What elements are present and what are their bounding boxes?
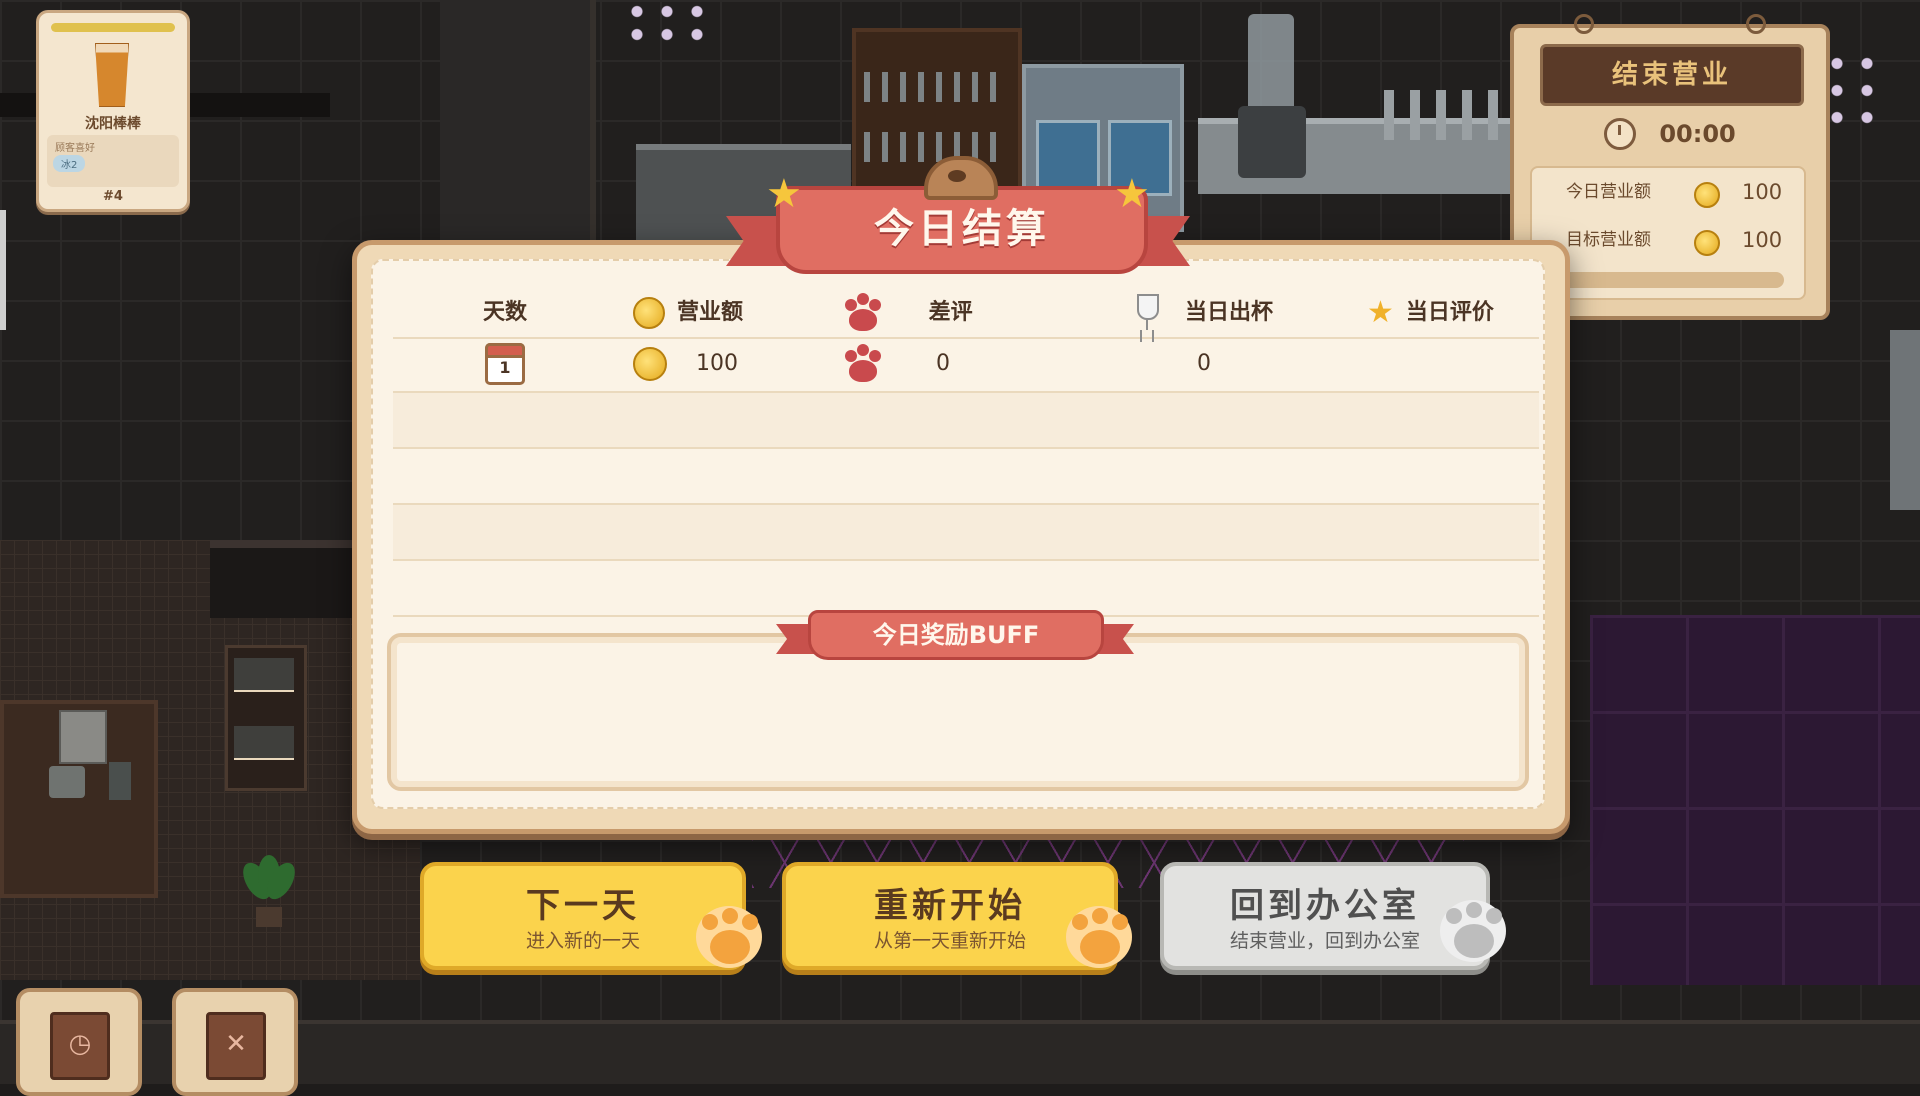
dialog-inner: 天数 营业额 差评 当日出杯 ★ 当日评价 1 100 0 0 <box>371 259 1545 809</box>
table-row <box>393 561 1539 617</box>
order-preference-box: 顾客喜好 冰2 <box>47 135 179 187</box>
background-wall <box>440 0 596 250</box>
book-icon: ◷ <box>50 1012 110 1080</box>
col-rating-label: 当日评价 <box>1405 300 1494 325</box>
background-lights-right <box>1822 50 1882 130</box>
desk-bottle <box>109 762 131 800</box>
col-revenue: 营业额 <box>633 289 743 337</box>
background-bar-tools <box>1384 90 1504 140</box>
blender-icon <box>1234 14 1314 182</box>
coin-icon <box>633 297 665 329</box>
plant-icon <box>237 855 301 927</box>
coin-icon <box>1694 230 1720 256</box>
paw-icon <box>841 291 885 335</box>
background-glasses <box>864 72 1006 102</box>
desk-phone <box>49 766 85 798</box>
office-subtitle: 结束营业，回到办公室 <box>1229 930 1420 952</box>
target-revenue-label: 目标营业额 <box>1566 230 1651 250</box>
background-left-edge <box>0 210 6 330</box>
revenue-stats: 今日营业额 100 目标营业额 100 <box>1530 166 1806 300</box>
buff-title: 今日奖励BUFF <box>808 610 1104 660</box>
time-row: 00:00 <box>1514 118 1826 158</box>
buff-ribbon: 今日奖励BUFF <box>776 610 1134 660</box>
col-bad-reviews-label: 差评 <box>928 300 973 325</box>
star-icon: ★ <box>1367 295 1394 330</box>
order-preference-label: 顾客喜好 <box>55 143 95 154</box>
cell-cups-value: 0 <box>1197 351 1211 376</box>
shelf-row <box>234 726 294 760</box>
today-revenue-row: 今日营业额 100 <box>1550 174 1790 210</box>
order-timer-bar <box>51 23 175 32</box>
order-number: #4 <box>103 189 123 204</box>
blender-base <box>1238 106 1306 178</box>
order-card[interactable]: 沈阳棒棒 顾客喜好 冰2 #4 <box>36 10 190 212</box>
end-business-button[interactable]: 结束营业 <box>1540 44 1804 106</box>
time-display: 00:00 <box>1659 120 1736 148</box>
coin-icon <box>633 347 667 381</box>
col-revenue-label: 营业额 <box>677 300 744 325</box>
col-bad-reviews: 差评 <box>841 289 973 337</box>
sparkle-icon: ★ <box>1114 171 1150 217</box>
calendar-icon: 1 <box>485 343 525 385</box>
cell-bad-reviews-value: 0 <box>936 351 950 376</box>
restart-title: 重新开始 <box>874 886 1026 926</box>
background-desk <box>0 700 158 898</box>
background-small-shelf <box>225 645 307 791</box>
settlement-table: 天数 营业额 差评 当日出杯 ★ 当日评价 1 100 0 0 <box>393 289 1539 617</box>
order-preference-tag: 冰2 <box>53 155 86 172</box>
board-hook <box>1574 14 1594 34</box>
paw-icon <box>841 342 885 386</box>
order-drink-name: 沈阳棒棒 <box>85 116 141 132</box>
col-rating: ★ 当日评价 <box>1367 289 1494 337</box>
shelf-row <box>234 658 294 692</box>
clock-icon <box>1604 118 1637 150</box>
glass-icon <box>1137 294 1159 332</box>
settlement-dialog: 天数 营业额 差评 当日出杯 ★ 当日评价 1 100 0 0 <box>352 240 1570 834</box>
next-day-subtitle: 进入新的一天 <box>525 930 640 952</box>
table-header: 天数 营业额 差评 当日出杯 ★ 当日评价 <box>393 289 1539 339</box>
cell-revenue: 100 <box>633 337 738 391</box>
board-hook <box>1746 14 1766 34</box>
coin-icon <box>1694 182 1720 208</box>
paw-icon <box>696 906 762 968</box>
table-row <box>393 393 1539 449</box>
today-revenue-value: 100 <box>1742 180 1783 204</box>
table-row <box>393 449 1539 505</box>
revenue-progress-bar <box>1552 272 1784 288</box>
background-purple-floor <box>1590 615 1920 985</box>
office-title: 回到办公室 <box>1230 886 1420 926</box>
sparkle-icon: ★ <box>766 171 802 217</box>
restart-subtitle: 从第一天重新开始 <box>873 930 1026 952</box>
background-glasses <box>864 132 1006 162</box>
table-row <box>393 505 1539 561</box>
drink-icon <box>91 39 131 109</box>
target-revenue-value: 100 <box>1742 228 1783 252</box>
cell-day: 1 <box>485 337 525 391</box>
book-close-icon: ✕ <box>206 1012 266 1080</box>
today-revenue-label: 今日营业额 <box>1566 182 1651 202</box>
background-lights <box>622 0 712 46</box>
desk-paper <box>59 710 107 764</box>
dialog-title-ribbon: 今日结算 ★ ★ <box>726 156 1190 282</box>
calendar-day: 1 <box>499 358 511 377</box>
next-day-title: 下一天 <box>526 886 640 926</box>
blender-jar <box>1248 14 1294 106</box>
paw-icon <box>1066 906 1132 968</box>
col-cups: 当日出杯 <box>1137 289 1273 337</box>
table-row: 1 100 0 0 <box>393 337 1539 393</box>
cell-revenue-value: 100 <box>696 351 738 376</box>
col-days: 天数 <box>483 300 528 325</box>
paw-icon <box>1440 900 1506 962</box>
background-window <box>1890 330 1920 510</box>
col-cups-label: 当日出杯 <box>1185 300 1274 325</box>
target-revenue-row: 目标营业额 100 <box>1550 222 1790 258</box>
cell-bad-reviews: 0 <box>841 337 950 391</box>
